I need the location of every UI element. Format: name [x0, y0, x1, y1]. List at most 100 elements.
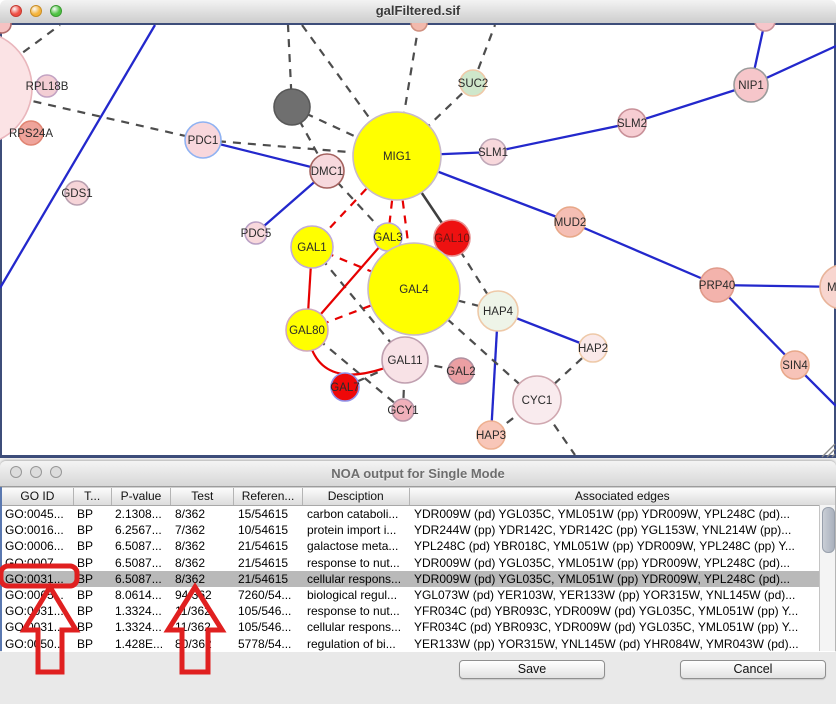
node-RPS24A[interactable] [19, 121, 43, 145]
node-SUC2[interactable] [460, 70, 486, 96]
cell-p_value: 6.2567... [112, 522, 172, 538]
node-GAL4[interactable] [368, 243, 460, 335]
cell-type: BP [74, 571, 112, 587]
cell-reference: 10/54615 [235, 522, 304, 538]
network-window-titlebar[interactable]: galFiltered.sif [0, 0, 836, 24]
noa-output-window: NOA output for Single Mode GO IDT...P-va… [0, 461, 836, 704]
table-row-8[interactable]: GO:0031...BP1.3324...11/362105/546...cel… [2, 619, 835, 635]
cell-reference: 21/54615 [235, 555, 304, 571]
cell-test: 8/362 [172, 538, 235, 554]
cell-go_id: GO:0065... [2, 587, 74, 603]
node-GAL80[interactable] [286, 309, 328, 351]
cell-edges: YER133W (pp) YOR315W, YNL145W (pd) YHR08… [411, 636, 821, 652]
cell-edges: YFR034C (pd) YBR093C, YDR009W (pd) YGL03… [411, 603, 821, 619]
cell-test: 94/362 [172, 587, 235, 603]
cell-type: BP [74, 538, 112, 554]
node-GAL7[interactable] [331, 373, 359, 401]
cell-p_value: 1.3324... [112, 603, 172, 619]
node-CYC1[interactable] [513, 376, 561, 424]
column-header-test[interactable]: Test [171, 488, 234, 505]
noa-window-titlebar[interactable]: NOA output for Single Mode [0, 461, 836, 487]
node-RPL18B[interactable] [36, 75, 58, 97]
noa-window-title: NOA output for Single Mode [0, 466, 836, 481]
node-HAP2[interactable] [579, 334, 607, 362]
column-header-pvalue[interactable]: P-value [112, 488, 172, 505]
cell-type: BP [74, 587, 112, 603]
cell-edges: YDR009W (pd) YGL035C, YML051W (pp) YDR00… [411, 571, 821, 587]
network-edge[interactable] [717, 285, 836, 287]
network-edge[interactable] [632, 85, 751, 123]
node-graynode[interactable] [274, 89, 310, 125]
cell-test: 7/362 [172, 522, 235, 538]
column-header-referen[interactable]: Referen... [234, 488, 303, 505]
table-row-3[interactable]: GO:0006...BP6.5087...8/36221/54615galact… [2, 538, 835, 554]
cell-go_id: GO:0016... [2, 522, 74, 538]
cell-description: response to nut... [304, 603, 411, 619]
scrollbar-thumb[interactable] [822, 507, 835, 553]
node-PDC1[interactable] [185, 122, 221, 158]
network-edge[interactable] [493, 123, 632, 152]
results-table: GO IDT...P-valueTestReferen...Desciption… [0, 487, 836, 651]
save-button[interactable]: Save [459, 660, 605, 679]
cell-description: galactose meta... [304, 538, 411, 554]
node-PDC5[interactable] [245, 222, 267, 244]
node-cornernode[interactable] [0, 23, 11, 33]
cell-p_value: 8.0614... [112, 587, 172, 603]
cell-p_value: 6.5087... [112, 571, 172, 587]
cell-reference: 21/54615 [235, 571, 304, 587]
cell-reference: 105/546... [235, 619, 304, 635]
vertical-scrollbar[interactable] [819, 505, 835, 651]
node-MSL1[interactable] [820, 265, 836, 309]
cell-description: regulation of bi... [304, 636, 411, 652]
cell-go_id: GO:0031... [2, 571, 74, 587]
cell-description: cellular respons... [304, 619, 411, 635]
node-MUD2[interactable] [555, 207, 585, 237]
cell-description: response to nut... [304, 555, 411, 571]
cell-go_id: GO:0006... [2, 538, 74, 554]
cell-description: carbon cataboli... [304, 506, 411, 522]
column-header-goid[interactable]: GO ID [2, 488, 74, 505]
network-edge[interactable] [570, 222, 717, 285]
node-GDS1[interactable] [65, 181, 89, 205]
node-SIN4[interactable] [781, 351, 809, 379]
node-GAL11[interactable] [382, 337, 428, 383]
node-GCY1[interactable] [392, 399, 414, 421]
node-GAL1[interactable] [291, 226, 333, 268]
table-row-7[interactable]: GO:0031...BP1.3324...11/362105/546...res… [2, 603, 835, 619]
table-row-4[interactable]: GO:0007...BP6.5087...8/36221/54615respon… [2, 555, 835, 571]
cell-reference: 7260/54... [235, 587, 304, 603]
cancel-button[interactable]: Cancel [680, 660, 826, 679]
table-row-5[interactable]: GO:0031...BP6.5087...8/36221/54615cellul… [2, 571, 835, 587]
node-MIG1[interactable] [353, 112, 441, 200]
cell-test: 8/362 [172, 571, 235, 587]
node-NIP1[interactable] [734, 68, 768, 102]
cell-p_value: 2.1308... [112, 506, 172, 522]
cell-test: 80/362 [172, 636, 235, 652]
column-header-t[interactable]: T... [74, 488, 112, 505]
cell-edges: YPL248C (pd) YBR018C, YML051W (pp) YDR00… [411, 538, 821, 554]
node-topPink1[interactable] [411, 23, 427, 31]
column-header-associatededges[interactable]: Associated edges [410, 488, 835, 505]
node-HAP3[interactable] [477, 421, 505, 449]
cell-edges: YGL073W (pd) YER103W, YER133W (pp) YOR31… [411, 587, 821, 603]
table-row-6[interactable]: GO:0065...BP8.0614...94/3627260/54...bio… [2, 587, 835, 603]
column-header-desciption[interactable]: Desciption [303, 488, 410, 505]
table-row-2[interactable]: GO:0016...BP6.2567...7/36210/54615protei… [2, 522, 835, 538]
table-header-row: GO IDT...P-valueTestReferen...Desciption… [2, 487, 835, 506]
table-row-1[interactable]: GO:0045...BP2.1308...8/36215/54615carbon… [2, 506, 835, 522]
cell-test: 8/362 [172, 555, 235, 571]
cell-test: 11/362 [172, 603, 235, 619]
node-PRP40[interactable] [700, 268, 734, 302]
resize-grip[interactable] [832, 454, 835, 457]
cell-description: protein import i... [304, 522, 411, 538]
cell-type: BP [74, 506, 112, 522]
node-HAP4[interactable] [478, 291, 518, 331]
node-topPink2[interactable] [755, 23, 775, 31]
cell-reference: 105/546... [235, 603, 304, 619]
node-GAL2[interactable] [448, 358, 474, 384]
node-SLM1[interactable] [480, 139, 506, 165]
node-DMC1[interactable] [310, 154, 344, 188]
table-row-9[interactable]: GO:0050...BP1.428E...80/3625778/54...reg… [2, 636, 835, 652]
cell-description: biological regul... [304, 587, 411, 603]
node-SLM2[interactable] [618, 109, 646, 137]
